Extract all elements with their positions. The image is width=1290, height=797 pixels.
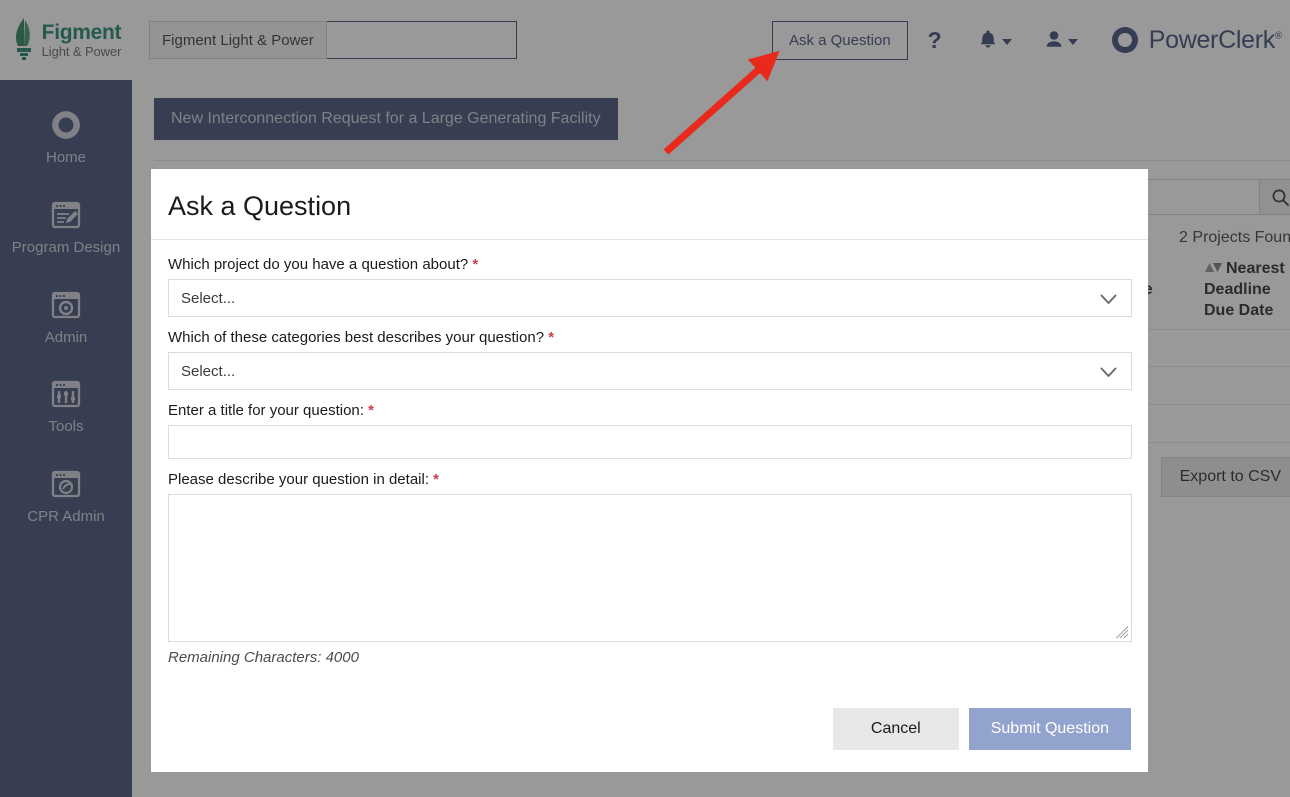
field-label: Please describe your question in detail:… bbox=[168, 471, 1131, 488]
field-label-text: Which of these categories best describes… bbox=[168, 329, 545, 346]
required-indicator: * bbox=[472, 256, 479, 273]
field-label: Which project do you have a question abo… bbox=[168, 256, 1131, 273]
modal-header: Ask a Question bbox=[151, 169, 1148, 240]
field-category: Which of these categories best describes… bbox=[168, 329, 1132, 390]
app-root: Figment Light & Power Figment Light & Po… bbox=[0, 0, 1290, 797]
required-indicator: * bbox=[548, 329, 555, 346]
field-detail: Please describe your question in detail:… bbox=[168, 471, 1132, 666]
submit-question-button[interactable]: Submit Question bbox=[968, 708, 1131, 750]
modal-footer: Cancel Submit Question bbox=[151, 708, 1148, 772]
select-wrap: Select... bbox=[168, 279, 1132, 317]
resize-grip-icon[interactable] bbox=[1116, 626, 1129, 639]
cancel-button[interactable]: Cancel bbox=[832, 708, 959, 750]
required-indicator: * bbox=[368, 402, 374, 419]
required-indicator: * bbox=[433, 471, 440, 488]
modal-body: Which project do you have a question abo… bbox=[151, 240, 1148, 708]
question-title-input[interactable] bbox=[168, 425, 1132, 459]
field-label-text: Please describe your question in detail: bbox=[168, 471, 429, 488]
field-label-text: Enter a title for your question: bbox=[168, 402, 364, 419]
modal-title: Ask a Question bbox=[168, 191, 352, 221]
select-wrap: Select... bbox=[168, 352, 1132, 390]
field-label-text: Which project do you have a question abo… bbox=[168, 256, 469, 273]
ask-a-question-modal: Ask a Question Which project do you have… bbox=[151, 169, 1148, 772]
project-select[interactable]: Select... bbox=[168, 279, 1132, 317]
question-detail-textarea[interactable] bbox=[168, 494, 1132, 642]
category-select[interactable]: Select... bbox=[168, 352, 1132, 390]
field-project: Which project do you have a question abo… bbox=[168, 256, 1132, 317]
field-label: Which of these categories best describes… bbox=[168, 329, 1131, 346]
field-label: Enter a title for your question: * bbox=[168, 402, 1131, 419]
field-title: Enter a title for your question: * bbox=[168, 402, 1132, 459]
remaining-characters: Remaining Characters: 4000 bbox=[168, 649, 359, 666]
